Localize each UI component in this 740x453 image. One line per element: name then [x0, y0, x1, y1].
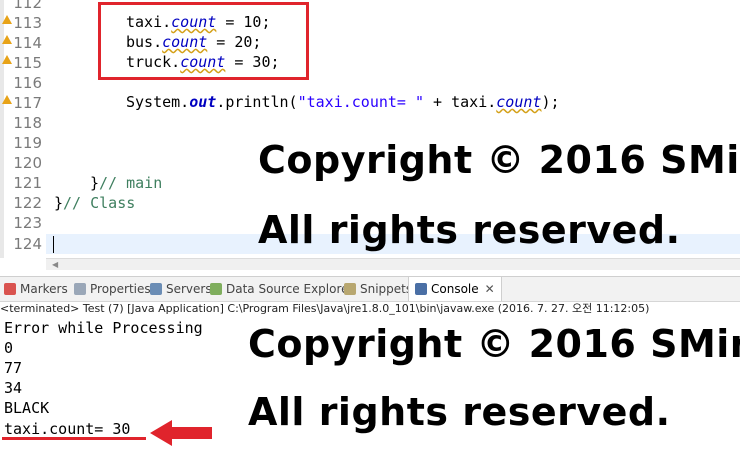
- code-line-117[interactable]: System.out.println("taxi.count= " + taxi…: [126, 92, 560, 112]
- line-number: 119: [13, 134, 42, 152]
- console-process-status: <terminated> Test (7) [Java Application]…: [0, 302, 650, 315]
- snippets-icon: [344, 283, 356, 295]
- data-source-icon: [210, 283, 222, 295]
- tab-label: Markers: [20, 282, 68, 296]
- console-rights-watermark: All rights reserved.: [248, 390, 671, 434]
- tab-label: Servers: [166, 282, 212, 296]
- line-number: 120: [13, 154, 42, 172]
- tab-snippets[interactable]: Snippets: [344, 277, 412, 301]
- tab-label: Data Source Explorer: [226, 282, 354, 296]
- console-line: 77: [4, 359, 23, 377]
- console-line: 34: [4, 379, 23, 397]
- red-highlight-box: [98, 2, 309, 80]
- line-number-gutter: 112 113 114 115 116 117 118 119 120 121 …: [0, 0, 46, 258]
- tab-markers[interactable]: Markers: [4, 277, 68, 301]
- tab-label: Console: [431, 282, 479, 296]
- code-line-121[interactable]: }// main: [90, 173, 162, 193]
- code-editor[interactable]: 112 113 114 115 116 117 118 119 120 121 …: [0, 0, 740, 270]
- scroll-left-icon[interactable]: ◀: [52, 259, 58, 270]
- line-number: 124: [13, 235, 42, 253]
- console-line: Error while Processing: [4, 319, 203, 337]
- view-tab-bar: Markers Properties Servers Data Source E…: [0, 276, 740, 302]
- console-line-result: taxi.count= 30: [4, 420, 131, 438]
- close-icon[interactable]: ✕: [485, 282, 495, 296]
- line-number: 112: [13, 0, 42, 12]
- rights-watermark: All rights reserved.: [258, 208, 681, 252]
- line-number: 118: [13, 114, 42, 132]
- tab-label: Snippets: [360, 282, 413, 296]
- line-number: 115: [13, 54, 42, 72]
- horizontal-scrollbar[interactable]: ◀: [46, 258, 740, 270]
- line-number: 114: [13, 34, 42, 52]
- tab-data-source-explorer[interactable]: Data Source Explorer: [210, 277, 353, 301]
- line-number: 117: [13, 94, 42, 112]
- tab-console[interactable]: Console ✕: [408, 277, 502, 301]
- tab-servers[interactable]: Servers: [150, 277, 212, 301]
- console-line: 0: [4, 339, 14, 357]
- line-number: 116: [13, 74, 42, 92]
- line-number: 122: [13, 194, 42, 212]
- tab-label: Properties: [90, 282, 151, 296]
- text-caret: [53, 236, 54, 253]
- markers-icon: [4, 283, 16, 295]
- tab-properties[interactable]: Properties: [74, 277, 151, 301]
- properties-icon: [74, 283, 86, 295]
- console-icon: [415, 283, 427, 295]
- copyright-watermark: Copyright © 2016 SMin.: [258, 138, 740, 182]
- red-underline-annotation: [2, 437, 146, 440]
- red-arrow-icon: [150, 420, 212, 446]
- line-number: 123: [13, 214, 42, 232]
- console-copyright-watermark: Copyright © 2016 SMin.: [248, 322, 740, 366]
- servers-icon: [150, 283, 162, 295]
- line-number: 121: [13, 174, 42, 192]
- line-number: 113: [13, 14, 42, 32]
- code-line-122[interactable]: }// Class: [54, 193, 135, 213]
- console-line: BLACK: [4, 399, 50, 417]
